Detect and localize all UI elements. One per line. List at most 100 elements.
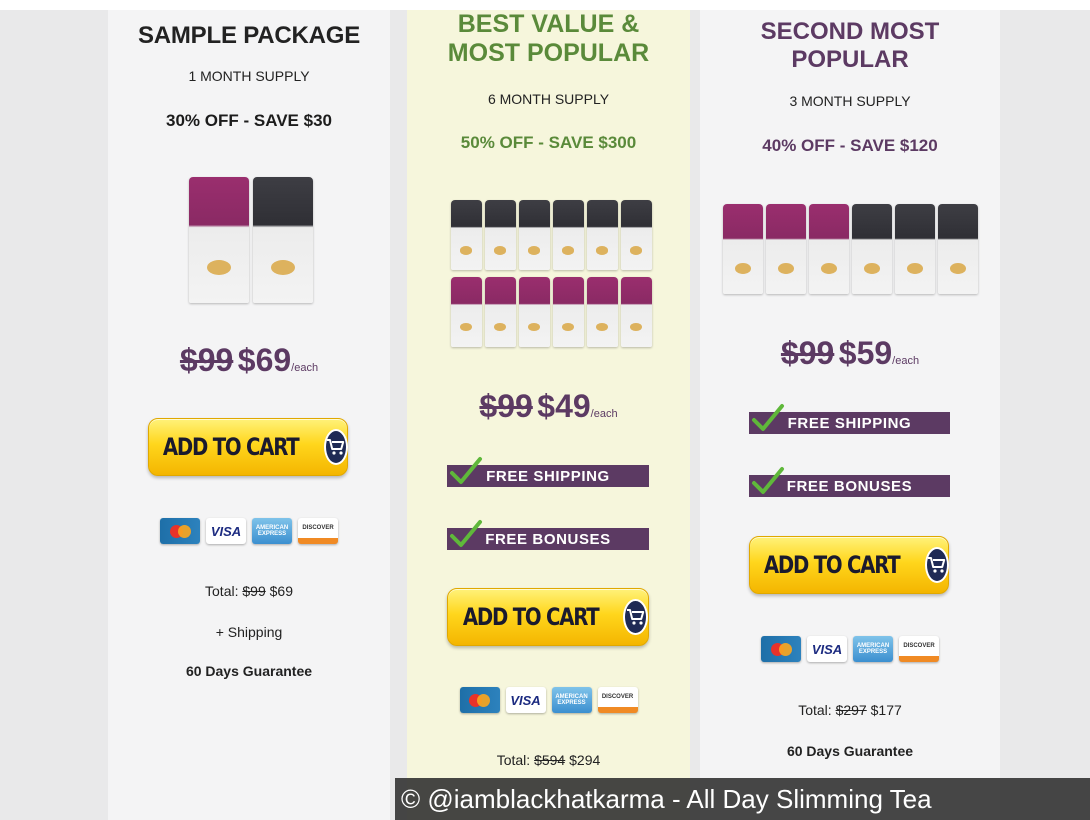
free-bonuses-label: FREE BONUSES <box>786 477 913 495</box>
free-bonuses-label: FREE BONUSES <box>485 530 611 548</box>
tea-pouch <box>484 200 516 270</box>
tea-pouch <box>450 276 482 347</box>
amex-icon: AMERICAN EXPRESS <box>551 687 592 713</box>
best-value-card: BEST VALUE & MOST POPULAR 6 MONTH SUPPLY… <box>407 10 690 820</box>
tea-pouch <box>620 200 652 270</box>
total-line: Total: $99 $69 <box>108 583 390 599</box>
new-price: $69 <box>237 342 292 378</box>
checkmark-icon <box>752 467 784 494</box>
checkmark-icon <box>450 457 482 484</box>
total-label: Total: <box>798 702 832 718</box>
supply-label: 1 MONTH SUPPLY <box>188 68 310 84</box>
tea-pouch <box>620 276 652 347</box>
discount-label: 50% OFF - SAVE $300 <box>460 133 637 152</box>
title-line-1: BEST VALUE & <box>457 10 640 38</box>
discount-label: 40% OFF - SAVE $120 <box>762 136 938 155</box>
shipping-note: + Shipping <box>215 624 283 640</box>
total-label: Total: <box>496 752 531 768</box>
new-price: $49 <box>537 388 591 424</box>
visa-icon: VISA <box>206 518 246 544</box>
shopping-cart-icon <box>623 599 648 635</box>
package-title: BEST VALUE & MOST POPULAR <box>407 10 690 68</box>
tea-pouch <box>586 200 618 270</box>
total-new: $294 <box>569 752 601 768</box>
add-to-cart-button[interactable]: ADD TO CART <box>749 536 949 594</box>
price: $99 $49/each <box>407 388 690 425</box>
tea-pouch <box>808 204 849 294</box>
guarantee-label: 60 Days Guarantee <box>185 663 313 679</box>
tea-pouch <box>450 200 482 270</box>
supply-label: 6 MONTH SUPPLY <box>487 91 610 107</box>
tea-pouch <box>518 276 550 347</box>
free-shipping-banner: FREE SHIPPING <box>749 404 950 434</box>
add-to-cart-label: ADD TO CART <box>462 603 600 631</box>
total-old: $99 <box>242 583 266 599</box>
shopping-cart-icon <box>924 547 949 583</box>
amex-icon: AMERICAN EXPRESS <box>252 518 292 544</box>
package-title: SAMPLE PACKAGE <box>137 22 361 49</box>
visa-icon: VISA <box>505 687 546 713</box>
per-unit: /each <box>590 408 618 420</box>
old-price: $99 <box>179 342 234 378</box>
product-image <box>720 204 980 300</box>
supply-label: 3 MONTH SUPPLY <box>789 93 911 109</box>
checkmark-icon <box>752 404 784 431</box>
second-most-popular-card: SECOND MOST POPULAR 3 MONTH SUPPLY 40% O… <box>700 10 1000 820</box>
total-old: $594 <box>534 752 566 768</box>
sample-package-card: SAMPLE PACKAGE 1 MONTH SUPPLY 30% OFF - … <box>108 10 390 820</box>
total-line: Total: $594 $294 <box>407 752 690 768</box>
add-to-cart-button[interactable]: ADD TO CART <box>447 588 649 646</box>
tea-pouch <box>189 177 249 303</box>
tea-pouch <box>552 276 584 347</box>
guarantee-label: 60 Days Guarantee <box>786 743 914 759</box>
shopping-cart-icon <box>323 429 348 465</box>
tea-pouch <box>722 204 763 294</box>
payment-methods: VISA AMERICAN EXPRESS DISCOVER <box>700 636 1000 662</box>
total-label: Total: <box>205 583 239 599</box>
tea-pouch <box>552 200 584 270</box>
per-unit: /each <box>291 362 319 374</box>
tea-pouch <box>484 276 516 347</box>
payment-methods: VISA AMERICAN EXPRESS DISCOVER <box>407 687 690 713</box>
free-shipping-label: FREE SHIPPING <box>486 467 610 485</box>
tea-pouch <box>851 204 892 294</box>
total-old: $297 <box>835 702 867 718</box>
package-title: SECOND MOST POPULAR <box>700 18 1000 73</box>
mastercard-icon <box>761 636 801 662</box>
price: $99 $59/each <box>700 335 1000 372</box>
checkmark-icon <box>450 520 482 547</box>
discover-icon: DISCOVER <box>597 687 638 713</box>
add-to-cart-label: ADD TO CART <box>764 551 901 579</box>
free-shipping-label: FREE SHIPPING <box>787 414 912 432</box>
mastercard-icon <box>459 687 500 713</box>
free-bonuses-banner: FREE BONUSES <box>749 467 950 497</box>
add-to-cart-label: ADD TO CART <box>163 433 300 461</box>
total-new: $177 <box>870 702 902 718</box>
old-price: $99 <box>780 335 835 371</box>
product-image <box>186 177 316 307</box>
product-image <box>447 200 655 350</box>
top-frame <box>0 0 1090 10</box>
total-line: Total: $297 $177 <box>700 702 1000 718</box>
visa-icon: VISA <box>807 636 847 662</box>
discount-label: 30% OFF - SAVE $30 <box>166 111 332 130</box>
payment-methods: VISA AMERICAN EXPRESS DISCOVER <box>108 518 390 544</box>
discover-icon: DISCOVER <box>899 636 939 662</box>
title-line-2: MOST POPULAR <box>447 38 650 67</box>
title-line-1: SECOND MOST <box>760 18 940 45</box>
total-new: $69 <box>269 583 293 599</box>
per-unit: /each <box>892 355 920 367</box>
add-to-cart-button[interactable]: ADD TO CART <box>148 418 348 476</box>
mastercard-icon <box>160 518 200 544</box>
price: $99 $69/each <box>108 342 390 379</box>
free-bonuses-banner: FREE BONUSES <box>447 520 649 550</box>
free-shipping-banner: FREE SHIPPING <box>447 457 649 487</box>
tea-pouch <box>518 200 550 270</box>
discover-icon: DISCOVER <box>298 518 338 544</box>
tea-pouch <box>937 204 978 294</box>
amex-icon: AMERICAN EXPRESS <box>853 636 893 662</box>
watermark-caption: © @iamblackhatkarma - All Day Slimming T… <box>395 778 1090 820</box>
tea-pouch <box>765 204 806 294</box>
tea-pouch <box>586 276 618 347</box>
tea-pouch <box>894 204 935 294</box>
